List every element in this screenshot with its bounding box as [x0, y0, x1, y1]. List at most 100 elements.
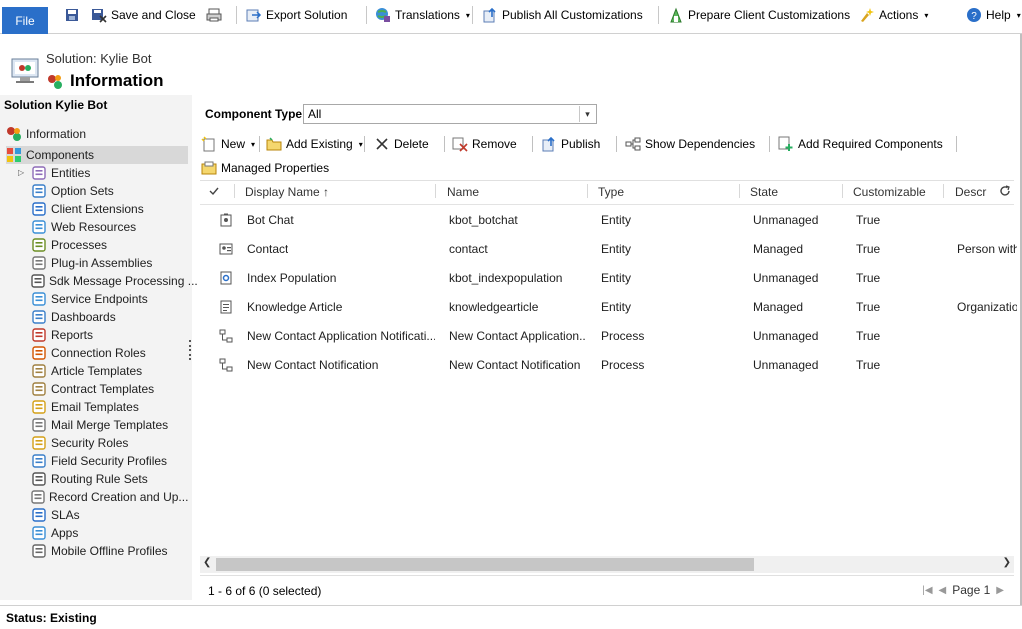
- sidebar-item-reports[interactable]: Reports: [31, 326, 188, 344]
- sidebar-item-mail-merge-templates[interactable]: Mail Merge Templates: [31, 416, 188, 434]
- expand-arrow-icon[interactable]: ▷: [18, 168, 24, 177]
- components-grid: Display Name ↑ Name Type State Customiza…: [200, 180, 1017, 570]
- sidebar-item-client-extensions[interactable]: Client Extensions: [31, 200, 188, 218]
- sidebar-item-label: Sdk Message Processing ...: [49, 274, 198, 288]
- actions-label: Actions: [879, 8, 919, 22]
- save-and-close-button[interactable]: Save and Close: [91, 5, 196, 25]
- sidebar-item-label: Field Security Profiles: [51, 454, 168, 468]
- delete-button[interactable]: Delete: [374, 134, 429, 154]
- sidebar: Solution Kylie Bot Information Component…: [0, 95, 198, 600]
- sidebar-item-label: Processes: [51, 238, 108, 252]
- column-header-display-name[interactable]: Display Name ↑: [245, 185, 329, 199]
- add-existing-label: Add Existing: [286, 137, 353, 151]
- table-row[interactable]: New Contact Application Notificati... New…: [200, 322, 1014, 351]
- remove-button[interactable]: Remove: [452, 134, 517, 154]
- sidebar-item-label: Components: [26, 148, 95, 162]
- prepare-client-button[interactable]: Prepare Client Customizations: [668, 5, 850, 25]
- export-solution-button[interactable]: Export Solution: [246, 5, 347, 25]
- sidebar-item-components[interactable]: Components: [6, 146, 188, 164]
- add-required-components-button[interactable]: Add Required Components: [778, 134, 943, 154]
- ribbon-separator: [472, 6, 473, 24]
- sidebar-item-label: Client Extensions: [51, 202, 144, 216]
- sidebar-item-label: Service Endpoints: [51, 292, 148, 306]
- entities-icon: [31, 165, 47, 181]
- column-header-name[interactable]: Name: [447, 185, 479, 199]
- column-separator: [587, 184, 588, 198]
- sidebar-item-slas[interactable]: SLAs: [31, 506, 188, 524]
- column-header-customizable[interactable]: Customizable: [853, 185, 926, 199]
- sidebar-item-service-endpoints[interactable]: Service Endpoints: [31, 290, 188, 308]
- previous-page-icon[interactable]: ◀: [939, 585, 947, 596]
- cell-display-name[interactable]: New Contact Notification: [247, 358, 378, 372]
- chevron-left-icon[interactable]: ❮: [203, 557, 211, 568]
- sidebar-item-entities[interactable]: Entities: [31, 164, 188, 182]
- column-header-type[interactable]: Type: [598, 185, 624, 199]
- sidebar-item-label: Email Templates: [51, 400, 139, 414]
- cell-display-name[interactable]: New Contact Application Notificati...: [247, 329, 435, 343]
- sidebar-item-connection-roles[interactable]: Connection Roles: [31, 344, 188, 362]
- sidebar-item-field-security-profiles[interactable]: Field Security Profiles: [31, 452, 188, 470]
- cell-display-name[interactable]: Index Population: [247, 271, 336, 285]
- web-resources-icon: [31, 219, 47, 235]
- information-icon: [46, 73, 64, 91]
- sidebar-item-mobile-offline-profiles[interactable]: Mobile Offline Profiles: [31, 542, 188, 560]
- sidebar-item-email-templates[interactable]: Email Templates: [31, 398, 188, 416]
- sidebar-item-security-roles[interactable]: Security Roles: [31, 434, 188, 452]
- select-all-checkbox[interactable]: [208, 185, 220, 200]
- sidebar-item-apps[interactable]: Apps: [31, 524, 188, 542]
- sidebar-item-sdk-message-processing[interactable]: Sdk Message Processing ...: [31, 272, 198, 290]
- sidebar-item-web-resources[interactable]: Web Resources: [31, 218, 188, 236]
- main-panel: Component Type All ▾ New ▾ Add Existing …: [198, 95, 1018, 600]
- table-row[interactable]: Contact contact Entity Managed True Person wi…: [200, 235, 1017, 264]
- chevron-right-icon[interactable]: ❯: [1003, 557, 1011, 568]
- scrollbar-thumb[interactable]: [216, 558, 754, 571]
- cell-display-name[interactable]: Bot Chat: [247, 213, 294, 227]
- sidebar-item-record-creation-and-up[interactable]: Record Creation and Up...: [31, 488, 188, 506]
- sidebar-item-contract-templates[interactable]: Contract Templates: [31, 380, 188, 398]
- cell-state: Unmanaged: [753, 271, 819, 285]
- publish-all-button[interactable]: Publish All Customizations: [482, 5, 643, 25]
- help-button[interactable]: ? Help ▾: [966, 5, 1021, 25]
- column-header-state[interactable]: State: [750, 185, 778, 199]
- publish-button[interactable]: Publish: [541, 134, 600, 154]
- sidebar-item-information[interactable]: Information: [6, 125, 188, 143]
- cell-description: Organizatio: [957, 300, 1017, 314]
- cell-display-name[interactable]: Contact: [247, 242, 288, 256]
- splitter-grip[interactable]: [189, 340, 192, 360]
- sidebar-item-label: Record Creation and Up...: [49, 490, 189, 504]
- new-button[interactable]: New ▾: [201, 134, 255, 154]
- sidebar-item-routing-rule-sets[interactable]: Routing Rule Sets: [31, 470, 188, 488]
- sidebar-item-article-templates[interactable]: Article Templates: [31, 362, 188, 380]
- sidebar-item-processes[interactable]: Processes: [31, 236, 188, 254]
- client-extensions-icon: [31, 201, 47, 217]
- translations-button[interactable]: Translations ▾: [375, 5, 470, 25]
- sdk-icon: [31, 273, 45, 289]
- prepare-client-label: Prepare Client Customizations: [688, 8, 851, 22]
- cell-display-name[interactable]: Knowledge Article: [247, 300, 342, 314]
- cell-type: Process: [601, 329, 645, 343]
- table-row[interactable]: Index Population kbot_indexpopulation Enti…: [200, 264, 1014, 293]
- component-type-select[interactable]: All ▾: [303, 104, 597, 124]
- table-row[interactable]: New Contact Notification New Contact Noti…: [200, 351, 1014, 380]
- chevron-down-icon[interactable]: ▾: [579, 106, 595, 122]
- show-dependencies-button[interactable]: Show Dependencies: [625, 134, 755, 154]
- first-page-icon[interactable]: |◀: [922, 585, 932, 596]
- actions-button[interactable]: Actions ▾: [859, 5, 928, 25]
- table-row[interactable]: Bot Chat kbot_botchat Entity Unmanaged True: [200, 206, 1014, 235]
- refresh-icon[interactable]: [999, 185, 1011, 200]
- next-page-icon[interactable]: ▶: [996, 585, 1004, 596]
- horizontal-scrollbar[interactable]: ❮ ❯: [200, 556, 1014, 573]
- solution-icon: [10, 57, 42, 85]
- add-existing-button[interactable]: Add Existing ▾: [266, 134, 363, 154]
- file-button[interactable]: File: [2, 7, 48, 34]
- sidebar-item-option-sets[interactable]: Option Sets: [31, 182, 188, 200]
- sidebar-item-dashboards[interactable]: Dashboards: [31, 308, 188, 326]
- table-row[interactable]: Knowledge Article knowledgearticle Entity M…: [200, 293, 1017, 322]
- column-header-description[interactable]: Descr: [955, 185, 986, 199]
- sidebar-item-plug-in-assemblies[interactable]: Plug-in Assemblies: [31, 254, 188, 272]
- prepare-client-icon: [668, 7, 684, 23]
- managed-properties-button[interactable]: Managed Properties: [201, 158, 329, 178]
- save-button[interactable]: [64, 5, 80, 25]
- toolbar-separator: [956, 136, 957, 152]
- print-button[interactable]: [206, 5, 222, 25]
